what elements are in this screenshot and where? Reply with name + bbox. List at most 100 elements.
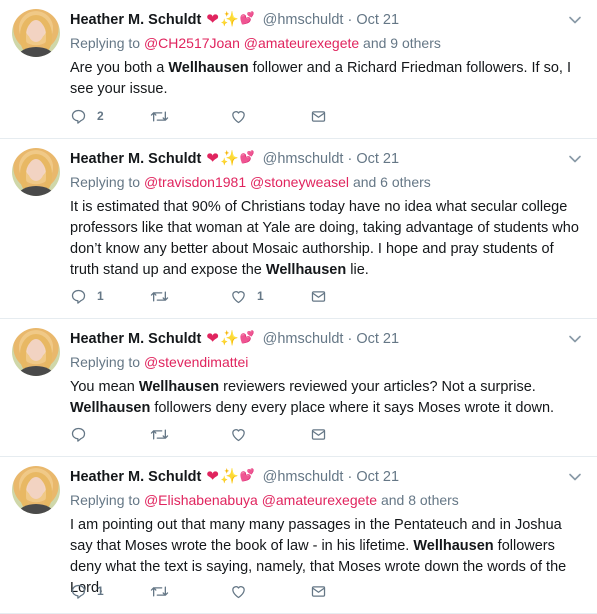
mention-link[interactable]: @amateurexegete xyxy=(262,492,377,508)
tweet[interactable]: Heather M. Schuldt ❤✨💕 @hmschuldt · Oct … xyxy=(0,0,597,139)
heart-emoji: ❤ xyxy=(206,468,219,486)
separator-dot: · xyxy=(347,12,353,28)
user-handle[interactable]: @hmschuldt xyxy=(263,151,344,167)
mention-link[interactable]: @stevendimattei xyxy=(144,354,248,370)
chevron-down-icon[interactable] xyxy=(567,12,583,28)
direct-message-button[interactable] xyxy=(310,108,390,125)
mention-link[interactable]: @travisdon1981 xyxy=(144,174,246,190)
two-hearts-emoji: 💕 xyxy=(239,468,255,483)
replying-to: Replying to @stevendimattei xyxy=(70,354,249,370)
retweet-button[interactable] xyxy=(150,426,230,443)
others-link[interactable]: and 8 others xyxy=(381,492,459,508)
chevron-down-icon[interactable] xyxy=(567,151,583,167)
retweet-icon xyxy=(150,428,169,440)
replying-to: Replying to @travisdon1981 @stoneyweasel… xyxy=(70,174,431,190)
chevron-down-icon[interactable] xyxy=(567,331,583,347)
direct-message-button[interactable] xyxy=(310,583,390,600)
like-button[interactable] xyxy=(230,108,310,125)
reply-button[interactable]: 2 xyxy=(70,108,150,125)
retweet-icon xyxy=(150,290,169,302)
tweet-text: You mean Wellhausen reviewers reviewed y… xyxy=(70,379,555,416)
like-icon xyxy=(232,585,245,598)
two-hearts-emoji: 💕 xyxy=(239,150,255,165)
retweet-button[interactable] xyxy=(150,583,230,600)
like-button[interactable]: 1 xyxy=(230,288,310,305)
reply-button[interactable] xyxy=(70,426,150,443)
direct-message-icon xyxy=(311,428,326,440)
reply-icon xyxy=(71,289,86,304)
tweet[interactable]: Heather M. Schuldt ❤✨💕 @hmschuldt · Oct … xyxy=(0,457,597,614)
sparkles-emoji: ✨ xyxy=(219,468,239,486)
like-count: 1 xyxy=(257,289,264,303)
tweet[interactable]: Heather M. Schuldt ❤✨💕 @hmschuldt · Oct … xyxy=(0,139,597,319)
direct-message-button[interactable] xyxy=(310,288,390,305)
display-name[interactable]: Heather M. Schuldt xyxy=(70,469,201,485)
tweet-actions: 1 xyxy=(70,581,390,601)
two-hearts-emoji: 💕 xyxy=(239,330,255,345)
heart-emoji: ❤ xyxy=(206,330,219,348)
mention-link[interactable]: @CH2517Joan xyxy=(144,35,240,51)
retweet-button[interactable] xyxy=(150,288,230,305)
tweet-timeline: Heather M. Schuldt ❤✨💕 @hmschuldt · Oct … xyxy=(0,0,597,614)
others-link[interactable]: and 6 others xyxy=(353,174,431,190)
separator-dot: · xyxy=(347,151,353,167)
reply-count: 1 xyxy=(97,289,104,303)
user-handle[interactable]: @hmschuldt xyxy=(263,12,344,28)
replying-to: Replying to @CH2517Joan @amateurexegete … xyxy=(70,35,441,51)
tweet-header: Heather M. Schuldt ❤✨💕 @hmschuldt · Oct … xyxy=(70,149,585,169)
display-name[interactable]: Heather M. Schuldt xyxy=(70,331,201,347)
direct-message-icon xyxy=(311,585,326,597)
display-name[interactable]: Heather M. Schuldt xyxy=(70,151,201,167)
sparkles-emoji: ✨ xyxy=(219,150,239,168)
reply-icon xyxy=(71,427,86,442)
timestamp[interactable]: Oct 21 xyxy=(356,151,399,167)
mention-link[interactable]: @stoneyweasel xyxy=(250,174,349,190)
tweet-header: Heather M. Schuldt ❤✨💕 @hmschuldt · Oct … xyxy=(70,467,585,487)
chevron-down-icon[interactable] xyxy=(567,469,583,485)
replying-to: Replying to @Elishabenabuya @amateurexeg… xyxy=(70,492,459,508)
retweet-icon xyxy=(150,110,169,122)
avatar[interactable] xyxy=(12,148,60,196)
tweet-text: It is estimated that 90% of Christians t… xyxy=(70,199,579,278)
avatar[interactable] xyxy=(12,466,60,514)
mention-link[interactable]: @Elishabenabuya xyxy=(144,492,258,508)
tweet-actions xyxy=(70,424,390,444)
user-handle[interactable]: @hmschuldt xyxy=(263,331,344,347)
timestamp[interactable]: Oct 21 xyxy=(356,12,399,28)
reply-count: 1 xyxy=(97,584,104,598)
direct-message-icon xyxy=(311,110,326,122)
mention-link[interactable]: @amateurexegete xyxy=(244,35,359,51)
reply-button[interactable]: 1 xyxy=(70,583,150,600)
timestamp[interactable]: Oct 21 xyxy=(356,469,399,485)
like-button[interactable] xyxy=(230,426,310,443)
display-name[interactable]: Heather M. Schuldt xyxy=(70,12,201,28)
like-icon xyxy=(232,110,245,123)
like-icon xyxy=(232,428,245,441)
timestamp[interactable]: Oct 21 xyxy=(356,331,399,347)
tweet-header: Heather M. Schuldt ❤✨💕 @hmschuldt · Oct … xyxy=(70,10,585,30)
retweet-icon xyxy=(150,585,169,597)
tweet-text: Are you both a Wellhausen follower and a… xyxy=(70,60,572,97)
retweet-button[interactable] xyxy=(150,108,230,125)
sparkles-emoji: ✨ xyxy=(219,11,239,29)
sparkles-emoji: ✨ xyxy=(219,330,239,348)
direct-message-button[interactable] xyxy=(310,426,390,443)
heart-emoji: ❤ xyxy=(206,150,219,168)
reply-button[interactable]: 1 xyxy=(70,288,150,305)
tweet[interactable]: Heather M. Schuldt ❤✨💕 @hmschuldt · Oct … xyxy=(0,319,597,457)
direct-message-icon xyxy=(311,290,326,302)
like-button[interactable] xyxy=(230,583,310,600)
separator-dot: · xyxy=(347,331,353,347)
tweet-actions: 2 xyxy=(70,106,390,126)
heart-emoji: ❤ xyxy=(206,11,219,29)
user-handle[interactable]: @hmschuldt xyxy=(263,469,344,485)
others-link[interactable]: and 9 others xyxy=(363,35,441,51)
avatar[interactable] xyxy=(12,9,60,57)
separator-dot: · xyxy=(347,469,353,485)
reply-icon xyxy=(71,109,86,124)
avatar[interactable] xyxy=(12,328,60,376)
reply-count: 2 xyxy=(97,109,104,123)
tweet-header: Heather M. Schuldt ❤✨💕 @hmschuldt · Oct … xyxy=(70,329,585,349)
two-hearts-emoji: 💕 xyxy=(239,11,255,26)
tweet-actions: 1 1 xyxy=(70,286,390,306)
